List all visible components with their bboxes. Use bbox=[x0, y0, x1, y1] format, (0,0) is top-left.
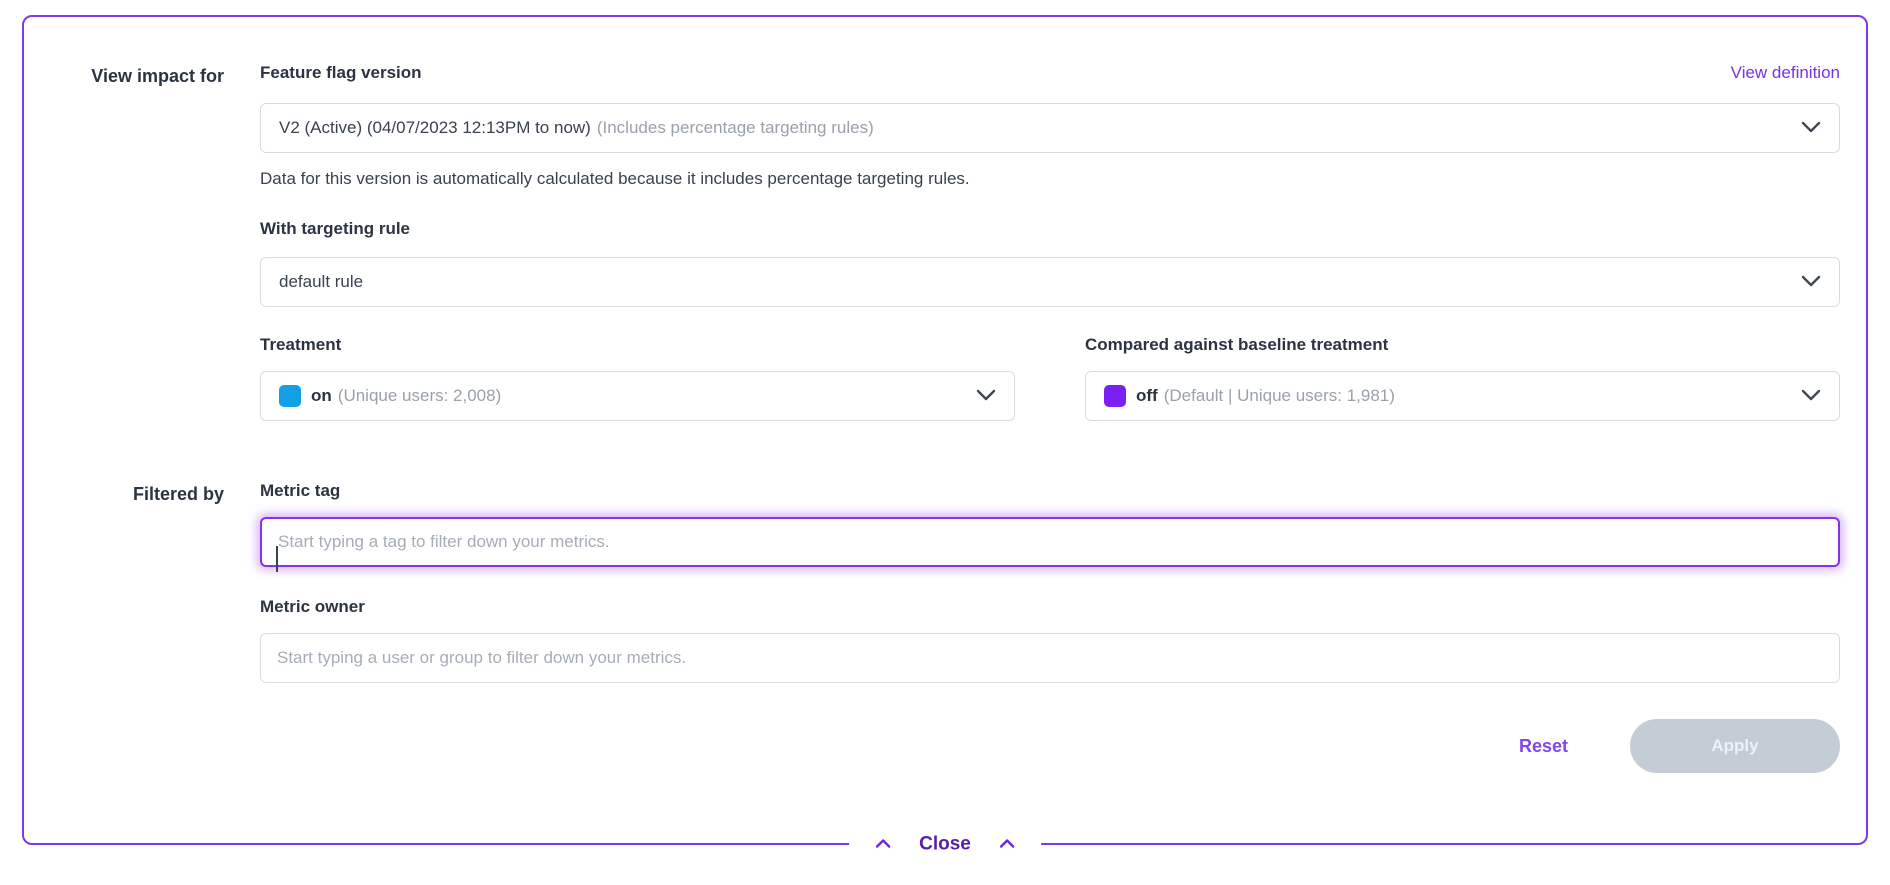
metric-owner-input[interactable] bbox=[260, 633, 1840, 683]
treatment-name: on bbox=[311, 386, 332, 406]
treatment-column: Treatment on (Unique users: 2,008) bbox=[260, 335, 1015, 421]
baseline-treatment-select[interactable]: off (Default | Unique users: 1,981) bbox=[1085, 371, 1840, 421]
filtered-by-fields: Metric tag Metric owner Reset Apply bbox=[260, 481, 1840, 773]
feature-flag-version-note: (Includes percentage targeting rules) bbox=[597, 118, 874, 138]
chevron-up-icon bbox=[999, 836, 1015, 854]
chevron-down-icon bbox=[1801, 118, 1821, 138]
apply-button[interactable]: Apply bbox=[1630, 719, 1840, 773]
treatment-select[interactable]: on (Unique users: 2,008) bbox=[260, 371, 1015, 421]
version-helper-text: Data for this version is automatically c… bbox=[260, 169, 1840, 189]
baseline-treatment-name: off bbox=[1136, 386, 1158, 406]
feature-flag-version-value: V2 (Active) (04/07/2023 12:13PM to now) bbox=[279, 118, 591, 138]
filtered-by-row-label: Filtered by bbox=[24, 481, 224, 773]
treatment-on-swatch bbox=[279, 385, 301, 407]
reset-button[interactable]: Reset bbox=[1519, 736, 1568, 757]
chevron-down-icon bbox=[1801, 272, 1821, 292]
view-definition-link[interactable]: View definition bbox=[1731, 63, 1840, 83]
close-label: Close bbox=[919, 834, 971, 856]
filtered-by-row: Filtered by Metric tag Metric owner Rese… bbox=[24, 481, 1840, 773]
text-cursor bbox=[276, 546, 278, 572]
chevron-down-icon bbox=[1801, 386, 1821, 406]
targeting-rule-select[interactable]: default rule bbox=[260, 257, 1840, 307]
view-impact-row: View impact for Feature flag version Vie… bbox=[24, 63, 1840, 421]
treatment-comparison-grid: Treatment on (Unique users: 2,008) Compa… bbox=[260, 335, 1840, 421]
footer-actions: Reset Apply bbox=[260, 719, 1840, 773]
view-impact-row-label: View impact for bbox=[24, 63, 224, 421]
baseline-column: Compared against baseline treatment off … bbox=[1085, 335, 1840, 421]
feature-flag-version-label: Feature flag version bbox=[260, 63, 422, 83]
chevron-down-icon bbox=[976, 386, 996, 406]
metric-tag-input-wrap bbox=[260, 517, 1840, 567]
metric-tag-label: Metric tag bbox=[260, 481, 1840, 501]
metric-owner-label: Metric owner bbox=[260, 597, 1840, 617]
metric-tag-input[interactable] bbox=[260, 517, 1840, 567]
metric-owner-input-wrap bbox=[260, 633, 1840, 683]
baseline-treatment-note: (Default | Unique users: 1,981) bbox=[1164, 386, 1395, 406]
chevron-up-icon bbox=[875, 836, 891, 854]
close-panel-control[interactable]: Close bbox=[849, 830, 1041, 860]
baseline-off-swatch bbox=[1104, 385, 1126, 407]
treatment-note: (Unique users: 2,008) bbox=[338, 386, 501, 406]
view-impact-filter-panel: View impact for Feature flag version Vie… bbox=[22, 15, 1868, 845]
treatment-label: Treatment bbox=[260, 335, 1015, 355]
feature-flag-version-select[interactable]: V2 (Active) (04/07/2023 12:13PM to now) … bbox=[260, 103, 1840, 153]
view-impact-fields: Feature flag version View definition V2 … bbox=[260, 63, 1840, 421]
baseline-treatment-label: Compared against baseline treatment bbox=[1085, 335, 1840, 355]
targeting-rule-value: default rule bbox=[279, 272, 363, 292]
targeting-rule-label: With targeting rule bbox=[260, 219, 1840, 239]
